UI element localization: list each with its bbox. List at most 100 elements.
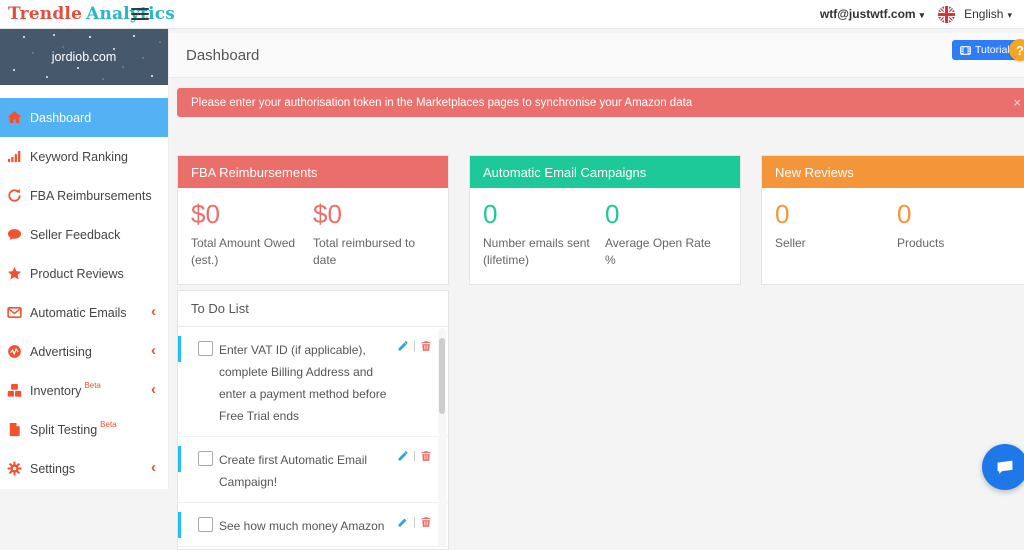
sidebar-item-label: FBA Reimbursements xyxy=(30,189,152,203)
todo-list-card: To Do List Enter VAT ID (if applicable),… xyxy=(177,290,449,550)
stat-cards-row: FBA Reimbursements $0 Total Amount Owed … xyxy=(177,155,1024,285)
language-dropdown[interactable]: English ▾ xyxy=(964,7,1012,21)
sidebar-item-dashboard[interactable]: Dashboard xyxy=(0,98,168,137)
todo-list-title: To Do List xyxy=(191,301,249,316)
sidebar-item-split-testing[interactable]: Split Testing Beta xyxy=(0,410,168,449)
todo-accent-bar xyxy=(178,512,181,538)
sidebar-item-automatic-emails[interactable]: Automatic Emails ‹ xyxy=(0,293,168,332)
todo-item-actions: | xyxy=(397,450,432,462)
sidebar-menu: Dashboard Keyword Ranking FBA Reimbursem… xyxy=(0,98,168,488)
todo-item: See how much money Amazon | xyxy=(178,503,448,547)
sidebar-item-inventory[interactable]: Inventory Beta ‹ xyxy=(0,371,168,410)
sidebar-item-label: Settings xyxy=(30,462,75,476)
star-icon xyxy=(7,266,22,281)
site-name: jordiob.com xyxy=(52,50,117,64)
app-logo[interactable]: TrendleAnalytics xyxy=(8,4,175,24)
todo-checkbox[interactable] xyxy=(198,341,213,356)
home-icon xyxy=(7,110,22,125)
stat-value: $0 xyxy=(191,201,313,228)
inventory-boxes-icon xyxy=(7,383,22,398)
stat-value: 0 xyxy=(483,201,605,228)
todo-list-header: To Do List xyxy=(178,291,448,327)
sidebar-item-label: Keyword Ranking xyxy=(30,150,128,164)
video-film-icon xyxy=(960,45,971,56)
user-account-dropdown[interactable]: wtf@justwtf.com ▾ xyxy=(820,7,924,21)
delete-trash-icon[interactable] xyxy=(420,516,432,528)
sidebar-item-label: Product Reviews xyxy=(30,267,124,281)
card-body: 0 Number emails sent (lifetime) 0 Averag… xyxy=(470,188,740,284)
edit-pencil-icon[interactable] xyxy=(397,516,409,528)
content-header: Dashboard xyxy=(168,33,1024,78)
chevron-left-icon: ‹ xyxy=(151,304,156,319)
todo-scrollbar-thumb[interactable] xyxy=(439,338,445,414)
stat-label: Seller xyxy=(775,235,897,252)
delete-trash-icon[interactable] xyxy=(420,340,432,352)
sidebar-site-header: jordiob.com xyxy=(0,28,168,85)
todo-item-actions: | xyxy=(397,340,432,352)
chat-bubble-icon xyxy=(994,456,1016,478)
sidebar-item-keyword-ranking[interactable]: Keyword Ranking xyxy=(0,137,168,176)
edit-pencil-icon[interactable] xyxy=(397,450,409,462)
main-content: Dashboard Tutorial ? Please enter your a… xyxy=(168,28,1024,489)
action-divider: | xyxy=(413,450,416,462)
caret-down-icon: ▾ xyxy=(1007,10,1012,21)
card-body: 0 Seller 0 Products xyxy=(762,188,1024,267)
chat-launcher-button[interactable] xyxy=(982,444,1024,490)
action-divider: | xyxy=(413,340,416,352)
stat-value: 0 xyxy=(897,201,1019,228)
stat-label: Products xyxy=(897,235,1019,252)
sidebar-item-seller-feedback[interactable]: Seller Feedback xyxy=(0,215,168,254)
alert-message: Please enter your authorisation token in… xyxy=(191,97,692,109)
sidebar-item-product-reviews[interactable]: Product Reviews xyxy=(0,254,168,293)
todo-item-actions: | xyxy=(397,516,432,528)
todo-checkbox[interactable] xyxy=(198,517,213,532)
comment-icon xyxy=(7,227,22,242)
new-reviews-card: New Reviews 0 Seller 0 Products xyxy=(761,155,1024,285)
menu-toggle-icon[interactable] xyxy=(131,8,149,21)
chevron-left-icon: ‹ xyxy=(151,343,156,358)
todo-checkbox[interactable] xyxy=(198,451,213,466)
todo-accent-bar xyxy=(178,446,181,472)
stat-label: Number emails sent (lifetime) xyxy=(483,235,605,269)
refund-undo-icon xyxy=(7,188,22,203)
topbar-right-group: wtf@justwtf.com ▾ English ▾ xyxy=(820,6,1024,23)
split-testing-file-icon xyxy=(7,422,22,437)
sidebar-item-label: Seller Feedback xyxy=(30,228,120,242)
help-button[interactable]: ? xyxy=(1009,39,1024,61)
close-icon[interactable]: × xyxy=(1013,96,1021,109)
auth-token-alert: Please enter your authorisation token in… xyxy=(177,88,1024,117)
todo-item: Create first Automatic Email Campaign! | xyxy=(178,437,448,503)
stat-seller-reviews: 0 Seller xyxy=(775,201,897,252)
sidebar-item-settings[interactable]: Settings ‹ xyxy=(0,449,168,488)
sidebar-item-label: Automatic Emails xyxy=(30,306,127,320)
chevron-left-icon: ‹ xyxy=(151,460,156,475)
language-label: English xyxy=(964,7,1003,21)
action-divider: | xyxy=(413,516,416,528)
todo-item-text: Create first Automatic Email Campaign! xyxy=(219,449,401,493)
card-title: FBA Reimbursements xyxy=(191,165,317,180)
todo-item: Enter VAT ID (if applicable), complete B… xyxy=(178,327,448,437)
stat-open-rate: 0 Average Open Rate % xyxy=(605,201,727,269)
card-header: FBA Reimbursements xyxy=(178,156,448,188)
card-header: Automatic Email Campaigns xyxy=(470,156,740,188)
sidebar-item-advertising[interactable]: Advertising ‹ xyxy=(0,332,168,371)
envelope-icon xyxy=(7,305,22,320)
beta-badge: Beta xyxy=(84,381,100,390)
stat-product-reviews: 0 Products xyxy=(897,201,1019,252)
delete-trash-icon[interactable] xyxy=(420,450,432,462)
bar-chart-icon xyxy=(7,149,22,164)
tutorial-button-label: Tutorial xyxy=(975,44,1010,56)
card-title: Automatic Email Campaigns xyxy=(483,165,646,180)
uk-flag-icon xyxy=(938,6,955,23)
automatic-email-campaigns-card: Automatic Email Campaigns 0 Number email… xyxy=(469,155,741,285)
card-header: New Reviews xyxy=(762,156,1024,188)
edit-pencil-icon[interactable] xyxy=(397,340,409,352)
tutorial-button[interactable]: Tutorial xyxy=(952,40,1018,60)
gear-icon xyxy=(7,461,22,476)
stat-value: $0 xyxy=(313,201,435,228)
sidebar-item-fba-reimbursements[interactable]: FBA Reimbursements xyxy=(0,176,168,215)
stat-value: 0 xyxy=(775,201,897,228)
todo-accent-bar xyxy=(178,336,181,362)
top-navbar: TrendleAnalytics wtf@justwtf.com ▾ Engli… xyxy=(0,0,1024,29)
stat-label: Total reimbursed to date xyxy=(313,235,435,269)
